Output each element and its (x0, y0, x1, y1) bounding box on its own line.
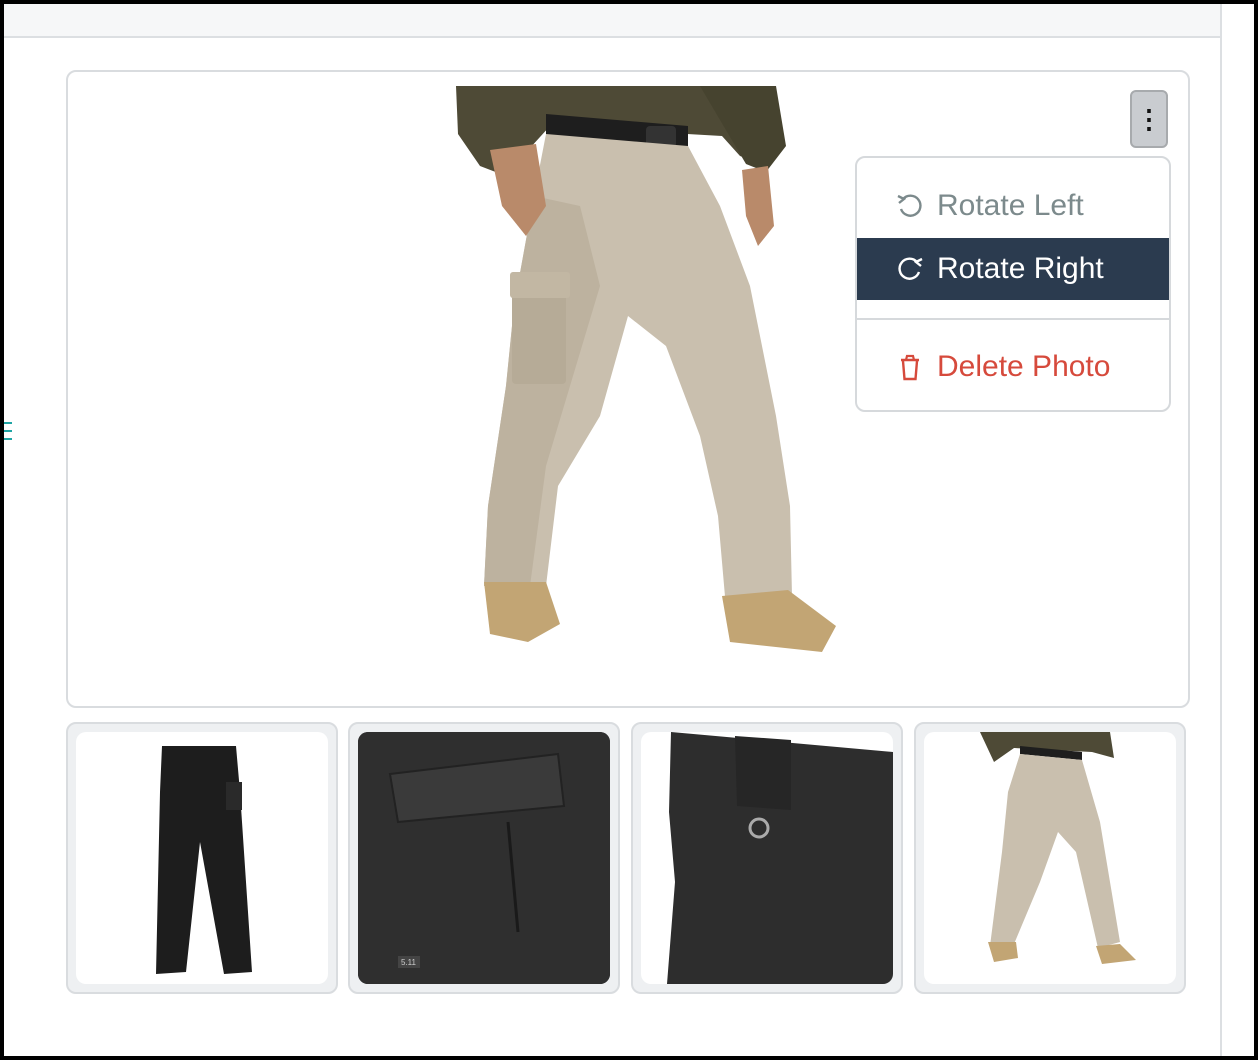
delete-photo-menu-item[interactable]: Delete Photo (857, 336, 1169, 398)
rotate-left-label: Rotate Left (937, 189, 1084, 222)
rotate-right-icon (895, 254, 925, 284)
trash-icon (895, 352, 925, 382)
app-frame: ⋮ Rotate Left Rotate Right Delete Photo … (0, 0, 1258, 1060)
rotate-left-icon (895, 191, 925, 221)
kebab-vertical-icon: ⋮ (1136, 104, 1162, 134)
photo-options-button[interactable]: ⋮ (1130, 90, 1168, 148)
photo-options-menu: Rotate Left Rotate Right Delete Photo (855, 156, 1171, 412)
main-photo-image (456, 86, 836, 652)
main-photo-panel: ⋮ Rotate Left Rotate Right Delete Photo (66, 70, 1190, 708)
thumbnail-2[interactable]: 5.11 (348, 722, 620, 994)
rotate-left-menu-item[interactable]: Rotate Left (857, 175, 1169, 237)
right-divider (1220, 4, 1222, 1056)
delete-photo-label: Delete Photo (937, 350, 1111, 383)
top-bar (4, 4, 1220, 38)
thumbnail-3[interactable] (631, 722, 903, 994)
thumbnail-image (641, 732, 893, 984)
thumbnail-4[interactable] (914, 722, 1186, 994)
brand-tag-text: 5.11 (401, 958, 417, 967)
thumbnail-1[interactable] (66, 722, 338, 994)
rotate-right-label: Rotate Right (937, 252, 1104, 285)
rotate-right-menu-item[interactable]: Rotate Right (857, 238, 1169, 300)
menu-divider (857, 318, 1169, 320)
thumbnail-image: 5.11 (358, 732, 610, 984)
side-nav-handle[interactable] (4, 416, 14, 472)
thumbnail-image (76, 732, 328, 984)
thumbnail-image (924, 732, 1176, 984)
